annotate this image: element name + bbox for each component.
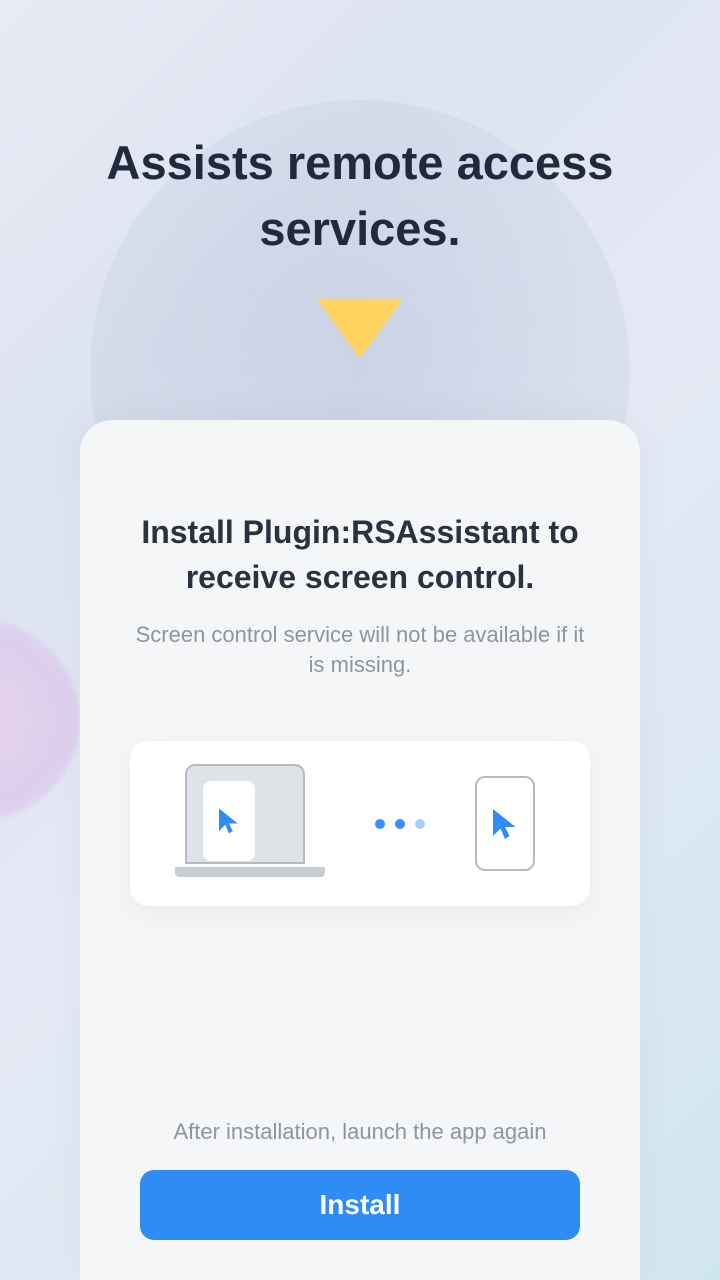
install-card: Install Plugin:RSAssistant to receive sc… xyxy=(80,420,640,1280)
cursor-icon xyxy=(214,806,244,836)
connection-dots-icon xyxy=(375,819,425,829)
card-subtitle: Screen control service will not be avail… xyxy=(120,620,600,682)
card-title: Install Plugin:RSAssistant to receive sc… xyxy=(120,510,600,600)
footer-text: After installation, launch the app again xyxy=(120,1119,600,1145)
down-triangle-icon xyxy=(318,300,402,358)
laptop-icon xyxy=(185,759,325,889)
screen-control-illustration xyxy=(130,741,590,906)
install-button[interactable]: Install xyxy=(140,1170,580,1240)
hero-title: Assists remote access services. xyxy=(0,130,720,262)
background-blob xyxy=(0,620,80,820)
phone-icon xyxy=(475,776,535,871)
cursor-icon xyxy=(487,806,523,842)
